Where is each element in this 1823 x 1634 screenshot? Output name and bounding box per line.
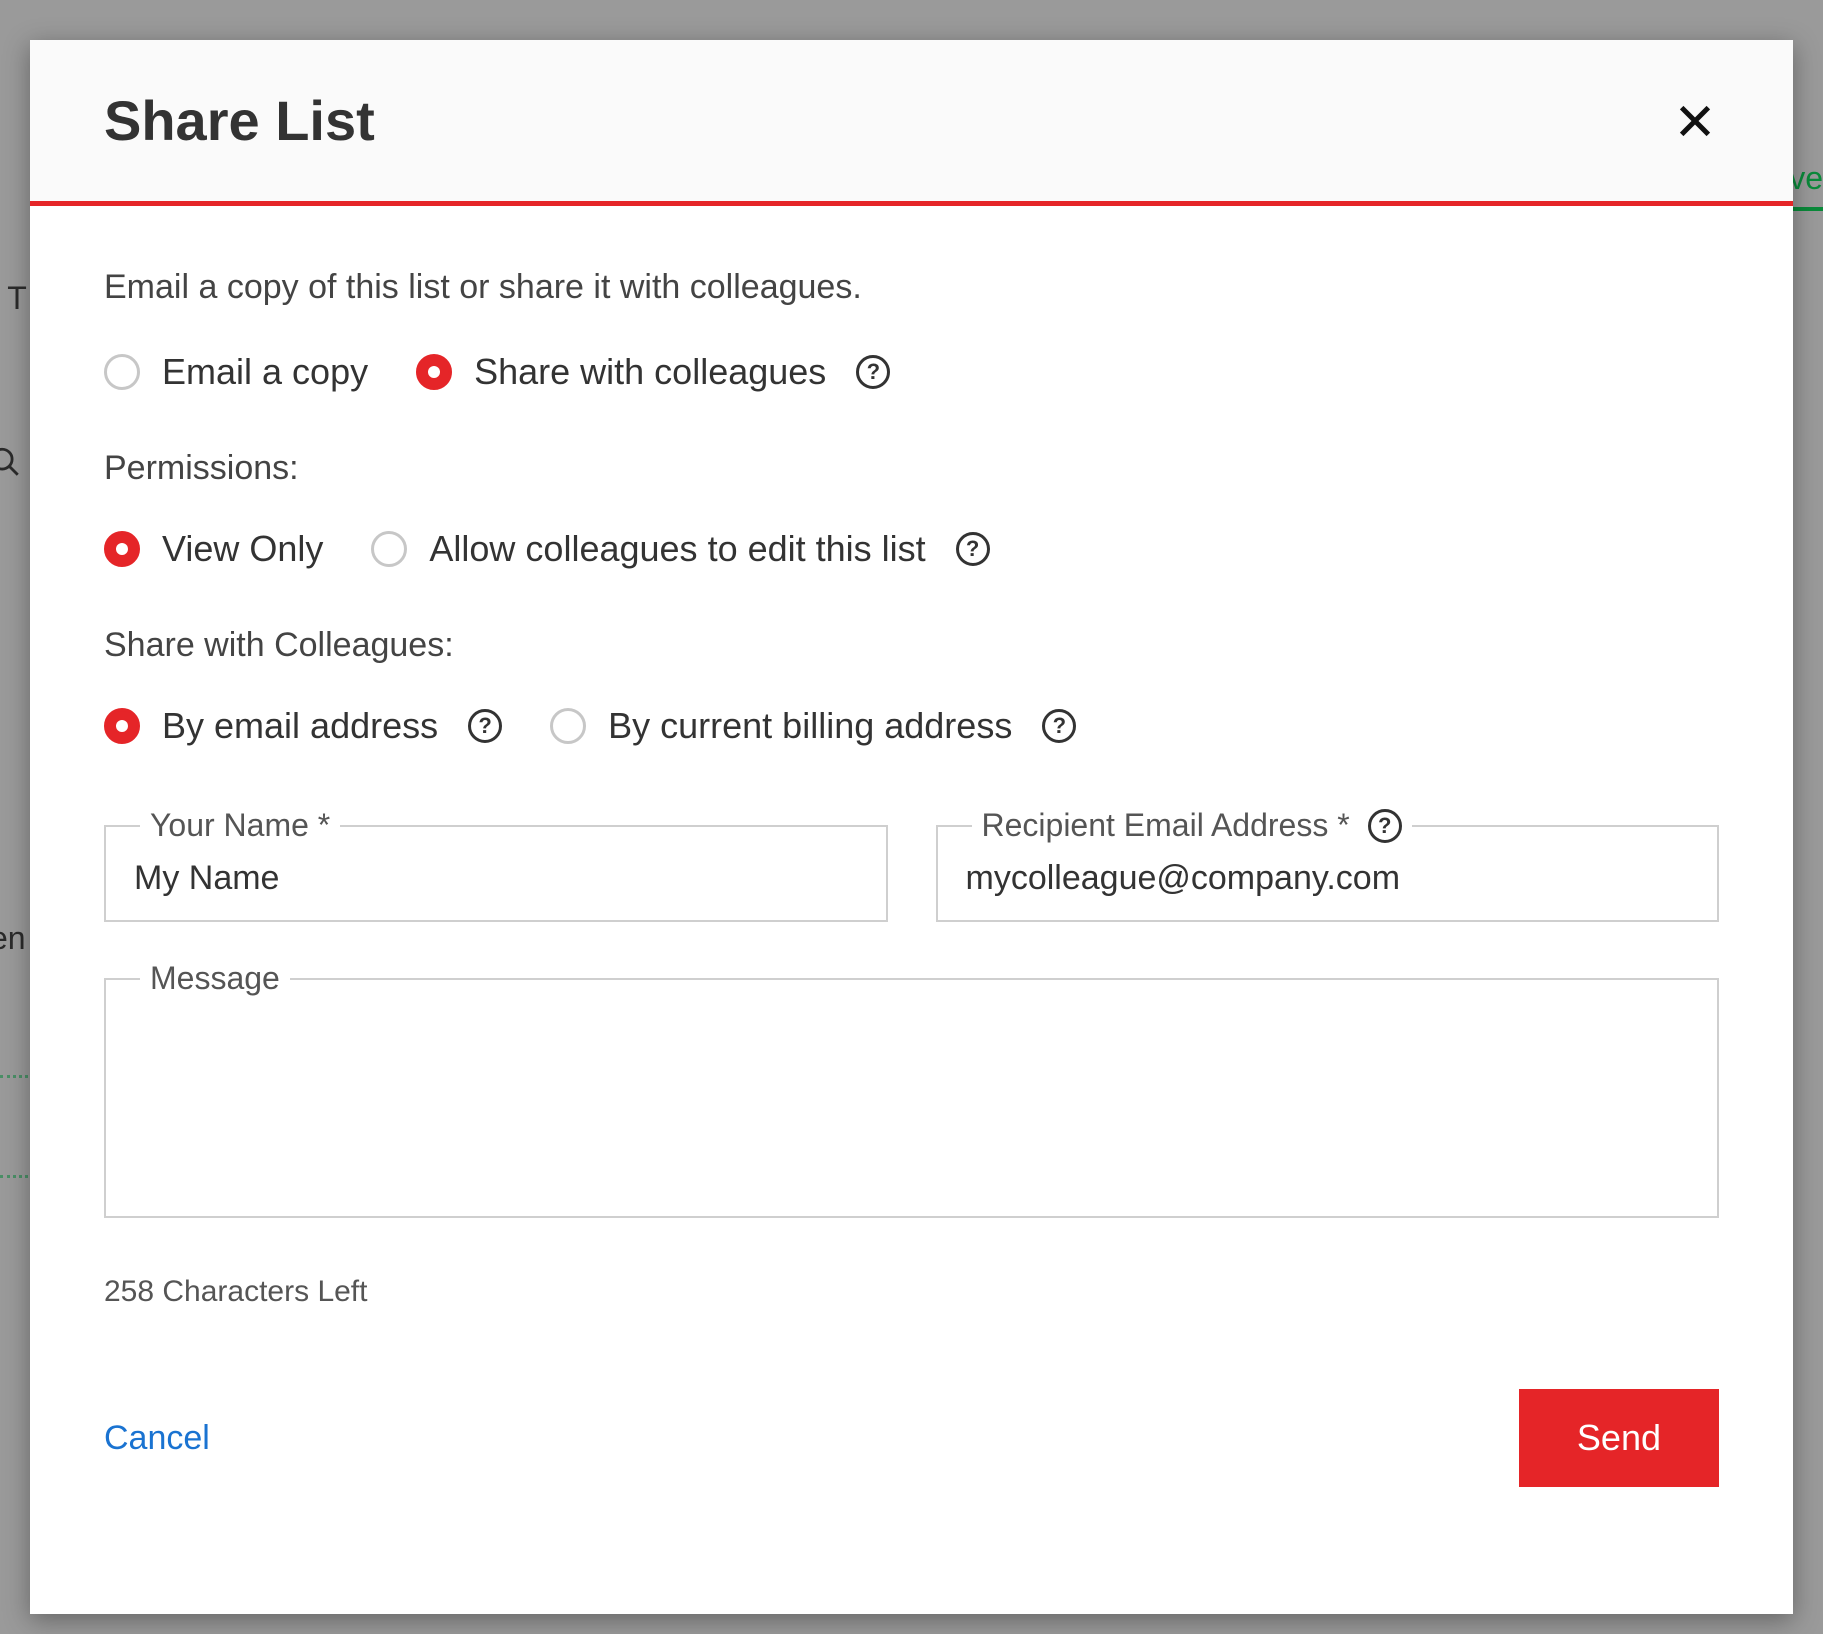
message-field-wrap: Message (104, 978, 1719, 1223)
help-icon[interactable]: ? (1042, 709, 1076, 743)
view-only-label: View Only (162, 528, 323, 570)
intro-text: Email a copy of this list or share it wi… (104, 268, 1719, 307)
radio-icon (104, 354, 140, 390)
by-billing-label: By current billing address (608, 705, 1012, 747)
help-icon[interactable]: ? (468, 709, 502, 743)
share-with-group: By email address ? By current billing ad… (104, 705, 1719, 747)
help-icon[interactable]: ? (1368, 809, 1402, 843)
message-row: Message (104, 978, 1719, 1223)
permissions-group: View Only Allow colleagues to edit this … (104, 528, 1719, 570)
bg-left-pen-fragment: en (0, 920, 26, 957)
email-a-copy-label: Email a copy (162, 351, 368, 393)
by-email-label: By email address (162, 705, 438, 747)
radio-icon (104, 708, 140, 744)
modal-header: Share List (30, 40, 1793, 206)
by-email-radio[interactable]: By email address ? (104, 705, 502, 747)
your-name-field-wrap: Your Name * (104, 825, 888, 922)
radio-icon (550, 708, 586, 744)
recipient-email-field-wrap: Recipient Email Address * ? (936, 825, 1720, 922)
cancel-button[interactable]: Cancel (104, 1419, 210, 1458)
send-button[interactable]: Send (1519, 1389, 1719, 1487)
radio-icon (416, 354, 452, 390)
share-with-heading: Share with Colleagues: (104, 626, 1719, 665)
modal-footer: Cancel Send (104, 1389, 1719, 1487)
message-label: Message (140, 960, 290, 997)
radio-icon (371, 531, 407, 567)
name-email-row: Your Name * Recipient Email Address * ? (104, 825, 1719, 922)
share-with-colleagues-label: Share with colleagues (474, 351, 826, 393)
share-mode-group: Email a copy Share with colleagues ? (104, 351, 1719, 393)
allow-edit-radio[interactable]: Allow colleagues to edit this list ? (371, 528, 989, 570)
bg-left-text-fragment: t T (0, 280, 27, 317)
modal-title: Share List (104, 88, 375, 153)
permissions-heading: Permissions: (104, 449, 1719, 488)
close-button[interactable] (1671, 97, 1719, 145)
help-icon[interactable]: ? (956, 532, 990, 566)
share-with-colleagues-radio[interactable]: Share with colleagues ? (416, 351, 890, 393)
email-a-copy-radio[interactable]: Email a copy (104, 351, 368, 393)
view-only-radio[interactable]: View Only (104, 528, 323, 570)
search-icon (0, 445, 22, 484)
allow-edit-label: Allow colleagues to edit this list (429, 528, 925, 570)
message-textarea[interactable] (104, 978, 1719, 1218)
your-name-label: Your Name * (140, 807, 340, 844)
close-icon (1675, 101, 1715, 141)
help-icon[interactable]: ? (856, 355, 890, 389)
recipient-email-label-text: Recipient Email Address * (982, 807, 1350, 844)
radio-icon (104, 531, 140, 567)
recipient-email-label: Recipient Email Address * ? (972, 807, 1412, 844)
share-list-modal: Share List Email a copy of this list or … (30, 40, 1793, 1614)
modal-body: Email a copy of this list or share it wi… (30, 206, 1793, 1614)
by-billing-radio[interactable]: By current billing address ? (550, 705, 1076, 747)
characters-left: 258 Characters Left (104, 1275, 1719, 1309)
